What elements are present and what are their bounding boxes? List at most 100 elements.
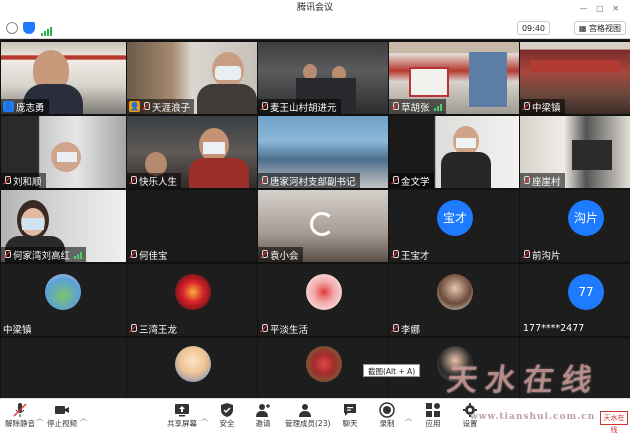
participant-label: 李娜 bbox=[389, 321, 424, 336]
participant-avatar: 沟片 bbox=[568, 200, 604, 236]
mic-muted-icon bbox=[260, 323, 268, 334]
record-button[interactable]: 录制 bbox=[367, 402, 407, 432]
participant-name: 快乐人生 bbox=[139, 176, 178, 188]
apps-button[interactable]: 应用 bbox=[413, 402, 453, 432]
participant-tile[interactable]: 草胡张 bbox=[389, 42, 519, 114]
participant-tile[interactable]: 刘和顺 bbox=[1, 116, 126, 188]
participant-tile[interactable]: 座崖村 bbox=[520, 116, 630, 188]
stop-video-button[interactable]: 停止视频 bbox=[42, 402, 82, 432]
window-controls[interactable]: — ▢ ✕ bbox=[580, 0, 622, 17]
invite-button[interactable]: 邀请 bbox=[243, 402, 283, 432]
participant-name: 刘和顺 bbox=[13, 176, 42, 188]
participant-name: 何佳宝 bbox=[139, 250, 168, 262]
participant-grid: 👤 庞志勇 👤 天涯浪子 麦王山村胡进元 草胡张 中梁镇 刘和顺 快乐人生 唐家… bbox=[0, 40, 630, 398]
info-icon[interactable] bbox=[6, 22, 18, 34]
security-button[interactable]: 安全 bbox=[207, 402, 247, 432]
participant-tile[interactable]: 中梁镇 bbox=[520, 42, 630, 114]
host-icon: 👤 bbox=[3, 101, 14, 112]
participant-tile[interactable]: 何佳宝 bbox=[127, 190, 257, 262]
participant-name: 177****2477 bbox=[523, 323, 585, 334]
participant-label: 袁小会 bbox=[258, 247, 303, 262]
participant-avatar bbox=[175, 274, 211, 310]
participant-label: 刘和顺 bbox=[1, 173, 46, 188]
participant-name: 草胡张 bbox=[401, 102, 430, 114]
participant-tile[interactable]: 唐家河村支部副书记 bbox=[258, 116, 388, 188]
participant-label: 何家湾刘高红 bbox=[1, 247, 87, 262]
participant-label: 平淡生活 bbox=[258, 321, 312, 336]
participant-name: 袁小会 bbox=[270, 250, 299, 262]
shield-icon bbox=[221, 403, 233, 417]
participant-avatar bbox=[306, 346, 342, 382]
participant-tile[interactable]: 麦王山村胡进元 bbox=[258, 42, 388, 114]
participant-name: 王宝才 bbox=[401, 250, 430, 262]
participant-name: 三湾王龙 bbox=[139, 324, 178, 336]
participant-label: 👤 天涯浪子 bbox=[127, 99, 195, 114]
participant-tile[interactable]: 三湾王龙 bbox=[127, 264, 257, 336]
chat-button[interactable]: 聊天 bbox=[330, 402, 370, 432]
share-screen-button[interactable]: 共享屏幕 bbox=[162, 402, 202, 432]
window-title: 腾讯会议 bbox=[296, 3, 333, 13]
network-signal-icon[interactable] bbox=[40, 22, 52, 36]
stop-video-label: 停止视频 bbox=[47, 419, 77, 428]
participant-tile[interactable]: 👤 天涯浪子 bbox=[127, 42, 257, 114]
signal-icon bbox=[433, 103, 442, 111]
add-user-icon bbox=[256, 404, 270, 417]
participant-label: 座崖村 bbox=[520, 173, 565, 188]
participant-tile[interactable]: 👤 庞志勇 bbox=[1, 42, 126, 114]
participant-tile[interactable]: 宝才 王宝才 bbox=[389, 190, 519, 262]
invite-label: 邀请 bbox=[255, 419, 271, 428]
window-title-bar: 腾讯会议 — ▢ ✕ bbox=[0, 0, 630, 17]
participant-label: 中梁镇 bbox=[1, 321, 36, 336]
mic-muted-icon bbox=[142, 101, 150, 112]
screenshot-tooltip: 截图(Alt + A) bbox=[363, 364, 421, 377]
view-mode-button[interactable]: ▦ 宫格视图 bbox=[573, 21, 626, 35]
participant-tile[interactable]: 中梁镇 bbox=[1, 264, 126, 336]
cohost-icon: 👤 bbox=[129, 101, 140, 112]
unmute-label: 解除静音 bbox=[5, 419, 35, 428]
mic-muted-icon bbox=[391, 249, 399, 260]
mic-muted-icon bbox=[391, 323, 399, 334]
participant-tile[interactable]: 沟片 前沟片 bbox=[520, 190, 630, 262]
mic-muted-icon bbox=[522, 101, 530, 112]
participant-tile[interactable] bbox=[1, 338, 126, 398]
share-screen-icon bbox=[175, 404, 189, 417]
participant-tile[interactable]: 平淡生活 bbox=[258, 264, 388, 336]
participant-tile[interactable]: 77 177****2477 bbox=[520, 264, 630, 336]
participant-name: 天涯浪子 bbox=[152, 102, 191, 114]
participant-name: 前沟片 bbox=[532, 250, 561, 262]
record-icon bbox=[379, 402, 395, 418]
participant-label: 快乐人生 bbox=[127, 173, 182, 188]
participant-tile[interactable]: 李娜 bbox=[389, 264, 519, 336]
unmute-button[interactable]: 解除静音 bbox=[0, 402, 40, 432]
chevron-up-icon[interactable]: ︿ bbox=[405, 413, 412, 423]
mic-muted-icon bbox=[522, 249, 530, 260]
participant-label: 前沟片 bbox=[520, 247, 565, 262]
share-screen-label: 共享屏幕 bbox=[167, 419, 197, 428]
chat-icon bbox=[344, 404, 356, 416]
participant-tile[interactable]: 快乐人生 bbox=[127, 116, 257, 188]
apps-grid-icon bbox=[426, 403, 440, 417]
participant-avatar bbox=[306, 274, 342, 310]
mic-muted-icon bbox=[522, 175, 530, 186]
mic-muted-icon bbox=[260, 175, 268, 186]
participant-name: 金文学 bbox=[401, 176, 430, 188]
mic-muted-icon bbox=[3, 175, 11, 186]
participant-label: 麦王山村胡进元 bbox=[258, 99, 341, 114]
watermark-badge: 天水在线 bbox=[600, 411, 628, 433]
participant-tile[interactable] bbox=[127, 338, 257, 398]
participant-label: 👤 庞志勇 bbox=[1, 99, 49, 114]
mic-muted-icon bbox=[129, 175, 137, 186]
watermark-logo: 天水在线 bbox=[445, 363, 602, 398]
participant-label: 草胡张 bbox=[389, 99, 446, 114]
participant-name: 平淡生活 bbox=[270, 324, 309, 336]
shield-icon[interactable] bbox=[23, 22, 35, 34]
participant-tile[interactable]: 何家湾刘高红 bbox=[1, 190, 126, 262]
participant-tile[interactable]: 金文学 bbox=[389, 116, 519, 188]
watermark-url: www.tianshui.com.cn bbox=[470, 412, 596, 422]
apps-label: 应用 bbox=[425, 419, 441, 428]
participant-label: 何佳宝 bbox=[127, 247, 172, 262]
participant-name: 中梁镇 bbox=[532, 102, 561, 114]
manage-members-button[interactable]: 管理成员(23) bbox=[285, 402, 330, 432]
chevron-up-icon[interactable]: ︿ bbox=[80, 413, 87, 423]
participant-tile[interactable]: 袁小会 bbox=[258, 190, 388, 262]
